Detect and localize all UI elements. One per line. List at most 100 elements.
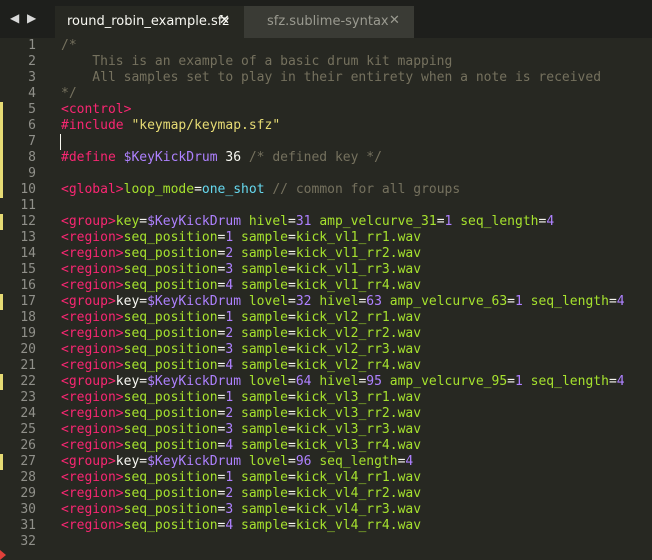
code-line[interactable]: <group>key=$KeyKickDrum hivel=31 amp_vel… [61, 214, 652, 230]
code-line[interactable]: <region>seq_position=1 sample=kick_vl4_r… [61, 470, 652, 486]
code-token: = [288, 278, 296, 293]
code-token: seq_position [123, 230, 218, 245]
code-token: = [288, 262, 296, 277]
code-token: = [288, 486, 296, 501]
code-line[interactable]: <group>key=$KeyKickDrum lovel=96 seq_len… [61, 454, 652, 470]
code-line[interactable]: <region>seq_position=2 sample=kick_vl3_r… [61, 406, 652, 422]
code-line[interactable]: <region>seq_position=1 sample=kick_vl1_r… [61, 230, 652, 246]
tab-nav-arrows-icon[interactable]: ◀ ▶ [10, 11, 38, 25]
code-token: seq_length [319, 454, 398, 469]
code-line[interactable]: <group>key=$KeyKickDrum lovel=64 hivel=9… [61, 374, 652, 390]
code-token: sample [241, 486, 288, 501]
code-line[interactable]: <region>seq_position=4 sample=kick_vl2_r… [61, 358, 652, 374]
code-token: seq_position [123, 246, 218, 261]
code-line[interactable] [61, 534, 652, 550]
code-token: kick_vl2_rr3.wav [295, 342, 422, 357]
code-token: <region> [61, 246, 124, 261]
code-token: sample [241, 518, 288, 533]
code-token: = [288, 230, 296, 245]
code-token: sample [241, 438, 288, 453]
code-token: kick_vl3_rr3.wav [295, 422, 422, 437]
code-token: $KeyKickDrum [123, 150, 218, 165]
code-line[interactable]: <region>seq_position=2 sample=kick_vl4_r… [61, 486, 652, 502]
code-token: lovel [248, 294, 288, 309]
code-line[interactable]: This is an example of a basic drum kit m… [61, 54, 652, 70]
code-line[interactable]: <region>seq_position=4 sample=kick_vl3_r… [61, 438, 652, 454]
code-line[interactable]: #define $KeyKickDrum 36 /* defined key *… [61, 150, 652, 166]
modified-line-marker [0, 374, 3, 390]
code-line[interactable]: <group>key=$KeyKickDrum lovel=32 hivel=6… [61, 294, 652, 310]
code-token: 63 [366, 294, 382, 309]
line-number: 29 [20, 486, 36, 501]
code-editor[interactable]: 1 2 3 4 5 6 7 8 9 10 11 12 13 14 15 16 17 18 19 20 21 22 23 24 2… [0, 38, 652, 560]
code-line[interactable]: All samples set to play in their entiret… [61, 70, 652, 86]
code-token: <region> [61, 502, 124, 517]
code-line[interactable]: <region>seq_position=3 sample=kick_vl3_r… [61, 422, 652, 438]
close-icon[interactable]: ✕ [219, 13, 230, 28]
code-token: /* [61, 38, 77, 53]
code-line[interactable]: <control> [61, 102, 652, 118]
code-line[interactable]: <region>seq_position=2 sample=kick_vl2_r… [61, 326, 652, 342]
code-token: seq_position [123, 422, 218, 437]
line-number: 26 [20, 438, 36, 453]
code-line[interactable] [61, 134, 652, 150]
code-token: <region> [61, 422, 124, 437]
code-token: sample [241, 326, 288, 341]
code-line[interactable]: <region>seq_position=3 sample=kick_vl4_r… [61, 502, 652, 518]
code-line[interactable]: <region>seq_position=1 sample=kick_vl2_r… [61, 310, 652, 326]
code-line[interactable]: <region>seq_position=3 sample=kick_vl2_r… [61, 342, 652, 358]
code-line[interactable]: /* [61, 38, 652, 54]
line-number: 1 [28, 38, 36, 53]
code-token: seq_position [123, 486, 218, 501]
code-line[interactable]: <region>seq_position=1 sample=kick_vl3_r… [61, 390, 652, 406]
code-token: <group> [61, 214, 116, 229]
code-token: <control> [61, 102, 132, 117]
code-line[interactable]: <region>seq_position=4 sample=kick_vl4_r… [61, 518, 652, 534]
modified-line-marker [0, 134, 3, 150]
code-token: lovel [248, 454, 288, 469]
code-token: This is an example of a basic drum kit m… [61, 54, 453, 69]
code-token: = [288, 342, 296, 357]
code-line[interactable] [61, 166, 652, 182]
code-token: // common for all groups [264, 182, 461, 197]
code-token: sample [241, 406, 288, 421]
code-token: = [288, 326, 296, 341]
line-number: 30 [20, 502, 36, 517]
code-token: one_shot [201, 182, 265, 197]
code-token: sample [241, 342, 288, 357]
code-token: /* defined key */ [248, 150, 382, 165]
code-line[interactable]: #include "keymap/keymap.sfz" [61, 118, 652, 134]
code-token: kick_vl1_rr3.wav [295, 262, 422, 277]
code-token: kick_vl1_rr1.wav [295, 230, 422, 245]
tab-round-robin-example[interactable]: round_robin_example.sfz ✕ [55, 6, 250, 38]
close-icon[interactable]: ✕ [389, 13, 400, 28]
code-token: amp_velcurve_31 [319, 214, 437, 229]
code-token: sample [241, 278, 288, 293]
code-token: = [288, 518, 296, 533]
code-token: $KeyKickDrum [147, 294, 242, 309]
code-token: kick_vl4_rr4.wav [295, 518, 422, 533]
code-line[interactable]: */ [61, 86, 652, 102]
code-line[interactable]: <region>seq_position=3 sample=kick_vl1_r… [61, 262, 652, 278]
code-token: <region> [61, 230, 124, 245]
code-token: key [115, 294, 140, 309]
code-line[interactable]: <region>seq_position=4 sample=kick_vl1_r… [61, 278, 652, 294]
code-token: 4 [616, 294, 625, 309]
code-token: 32 [295, 294, 312, 309]
line-number: 14 [20, 246, 36, 261]
code-token: kick_vl2_rr4.wav [295, 358, 422, 373]
line-number: 18 [20, 310, 36, 325]
tab-sfz-sublime-syntax[interactable]: sfz.sublime-syntax ✕ [244, 6, 414, 38]
code-token: <group> [61, 294, 116, 309]
code-line[interactable]: <global>loop_mode=one_shot // common for… [61, 182, 652, 198]
code-line[interactable] [61, 198, 652, 214]
code-line[interactable]: <region>seq_position=2 sample=kick_vl1_r… [61, 246, 652, 262]
code-token: = [288, 294, 296, 309]
